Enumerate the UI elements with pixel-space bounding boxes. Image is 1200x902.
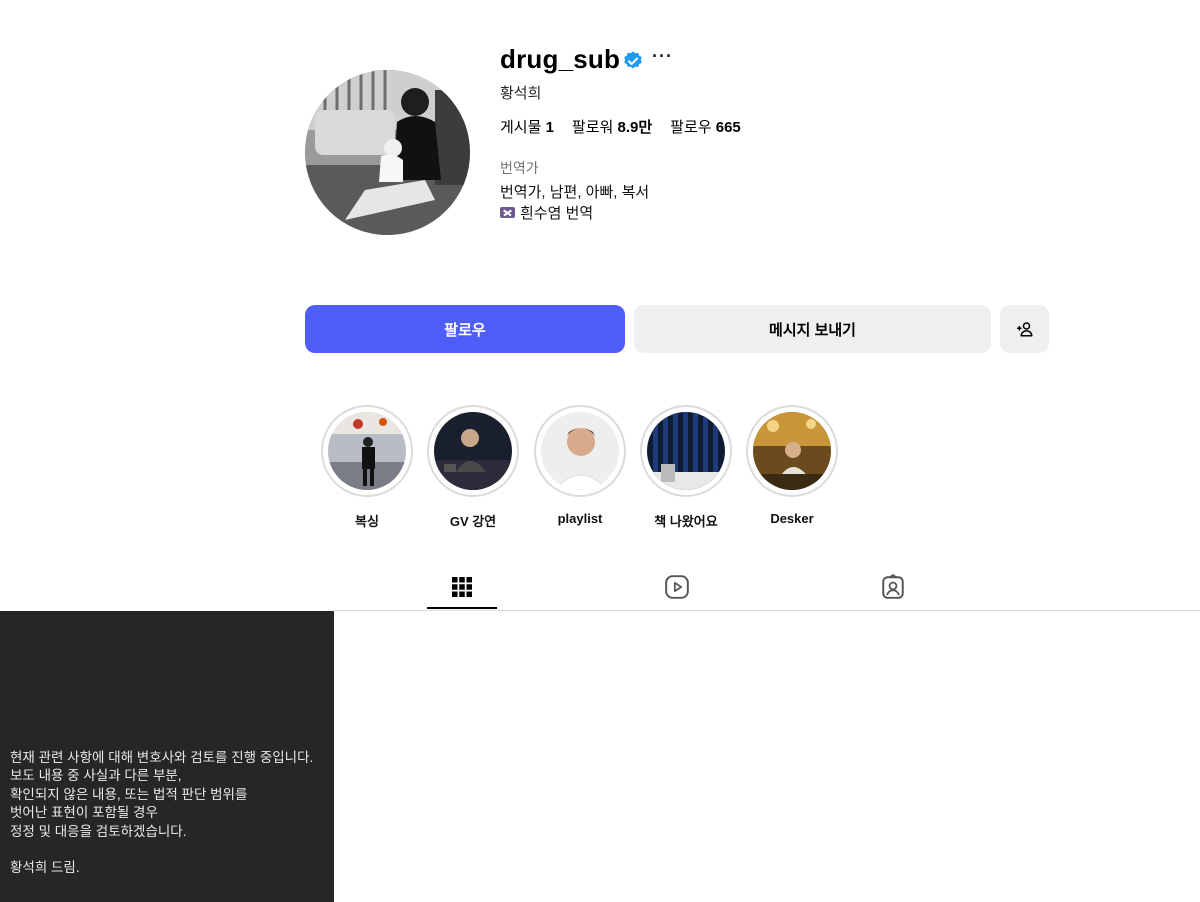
highlight-label: 복싱	[355, 514, 379, 529]
profile-category: 번역가	[500, 160, 539, 176]
follow-button[interactable]: 팔로우	[305, 305, 625, 353]
highlight-item[interactable]: playlist	[534, 405, 626, 526]
highlight-item[interactable]: GV 강연	[427, 405, 519, 530]
highlight-ring	[746, 405, 838, 497]
highlight-item[interactable]: 복싱	[321, 405, 413, 530]
profile-stats: 게시물 1 팔로워 8.9만 팔로우 665	[500, 116, 741, 137]
following-count: 665	[715, 119, 741, 136]
following-stat[interactable]: 팔로우 665	[670, 116, 741, 137]
posts-count: 1	[545, 119, 554, 136]
highlight-label: Desker	[770, 511, 814, 526]
profile-avatar[interactable]	[305, 70, 470, 235]
add-user-button[interactable]	[1000, 305, 1049, 353]
highlight-item[interactable]: Desker	[746, 405, 838, 526]
highlight-thumbnail	[753, 412, 831, 490]
bio-line-2: 흰수염 번역	[500, 202, 593, 223]
reels-icon	[665, 575, 689, 599]
more-options-button[interactable]: ···	[652, 46, 673, 67]
grid-icon	[452, 577, 472, 597]
highlight-ring	[534, 405, 626, 497]
followers-label: 팔로워	[571, 119, 614, 136]
tab-divider	[334, 610, 1200, 611]
bio-line-2-text: 흰수염 번역	[520, 205, 594, 222]
avatar-photo	[305, 70, 470, 235]
highlight-ring	[321, 405, 413, 497]
highlight-thumbnail	[434, 412, 512, 490]
highlight-thumbnail	[541, 412, 619, 490]
tagged-icon	[882, 574, 904, 599]
post-thumbnail[interactable]: 현재 관련 사항에 대해 변호사와 검토를 진행 중입니다. 보도 내용 중 사…	[0, 611, 334, 902]
verified-badge-icon	[624, 51, 642, 69]
add-user-icon	[1016, 322, 1032, 337]
followers-count: 8.9만	[617, 119, 653, 136]
highlight-thumbnail	[328, 412, 406, 490]
highlight-ring	[427, 405, 519, 497]
flag-icon	[500, 207, 515, 218]
highlight-ring	[640, 405, 732, 497]
posts-label: 게시물	[500, 119, 542, 136]
bio-line-1: 번역가, 남편, 아빠, 복서	[500, 184, 650, 201]
tab-reels[interactable]	[642, 565, 712, 609]
tab-posts[interactable]	[427, 565, 497, 609]
following-label: 팔로우	[670, 119, 712, 136]
highlight-label: 책 나왔어요	[654, 514, 718, 529]
highlight-label: playlist	[557, 511, 603, 526]
message-button[interactable]: 메시지 보내기	[634, 305, 991, 353]
followers-stat[interactable]: 팔로워 8.9만	[572, 116, 652, 137]
highlight-item[interactable]: 책 나왔어요	[640, 405, 732, 530]
notice-text: 현재 관련 사항에 대해 변호사와 검토를 진행 중입니다. 보도 내용 중 사…	[10, 750, 314, 876]
posts-stat: 게시물 1	[500, 116, 554, 137]
profile-username: drug_sub	[500, 44, 621, 74]
highlight-label: GV 강연	[449, 514, 497, 529]
tab-tagged[interactable]	[858, 565, 928, 609]
active-tab-indicator	[427, 607, 497, 609]
profile-full-name: 황석희	[500, 85, 542, 102]
highlight-thumbnail	[647, 412, 725, 490]
